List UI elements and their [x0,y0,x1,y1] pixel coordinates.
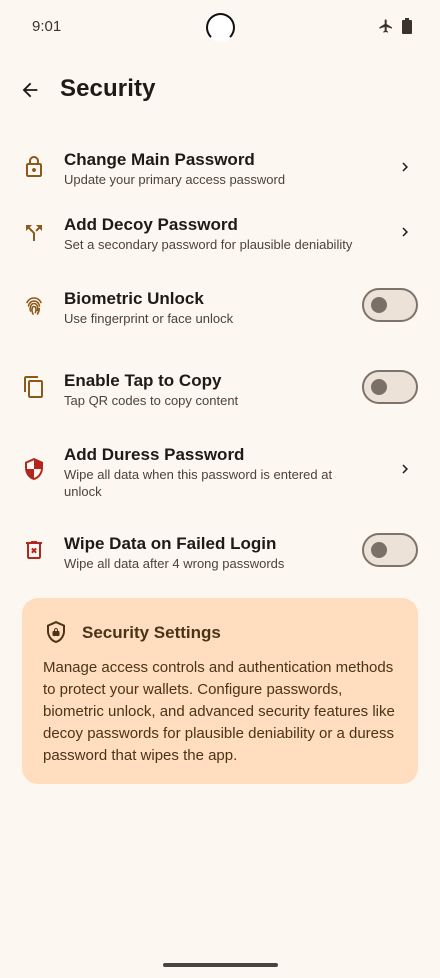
status-bar: 9:01 [0,0,440,54]
toggle-thumb [371,297,387,313]
toggle-thumb [371,379,387,395]
item-title: Biometric Unlock [64,289,204,308]
toggle-thumb [371,542,387,558]
item-subtitle: Wipe all data when this password is ente… [64,467,333,499]
airplane-mode-icon [379,19,392,33]
enable-tap-to-copy-item[interactable]: Enable Tap to Copy Tap QR codes to copy … [0,357,440,421]
item-subtitle: Tap QR codes to copy content [64,393,239,408]
change-main-password-item[interactable]: Change Main Password Update your primary… [0,140,440,200]
security-info-card: Security Settings Manage access controls… [22,598,418,784]
item-title: Add Duress Password [64,445,245,464]
add-duress-password-item[interactable]: Add Duress Password Wipe all data when t… [0,435,440,505]
back-button[interactable] [14,74,46,106]
copy-icon [22,375,46,399]
split-arrows-icon [22,221,46,245]
shield-icon [22,457,46,481]
item-subtitle: Use fingerprint or face unlock [64,311,234,326]
item-subtitle: Wipe all data after 4 wrong passwords [64,556,285,571]
item-title: Add Decoy Password [64,215,238,234]
status-icons [378,18,412,34]
item-title: Enable Tap to Copy [64,371,222,390]
wipe-data-toggle[interactable] [362,533,418,567]
add-decoy-password-item[interactable]: Add Decoy Password Set a secondary passw… [0,205,440,265]
tap-to-copy-toggle[interactable] [362,370,418,404]
arrow-back-icon [22,82,38,98]
item-subtitle: Set a secondary password for plausible d… [64,237,353,252]
info-card-title: Security Settings [82,623,221,642]
wipe-data-failed-login-item[interactable]: Wipe Data on Failed Login Wipe all data … [0,520,440,584]
shield-lock-icon [44,620,68,644]
biometric-unlock-item[interactable]: Biometric Unlock Use fingerprint or face… [0,275,440,339]
biometric-unlock-toggle[interactable] [362,288,418,322]
lock-icon [22,155,46,179]
gesture-navigation-bar[interactable] [163,963,278,967]
chevron-right-icon [396,460,414,478]
page-title: Security [60,75,156,102]
item-subtitle: Update your primary access password [64,172,286,187]
battery-icon [402,18,412,34]
item-title: Change Main Password [64,150,255,169]
status-time: 9:01 [32,18,62,35]
chevron-right-icon [396,223,414,241]
top-app-bar: Security [0,62,440,118]
fingerprint-icon [22,294,46,318]
delete-icon [22,538,46,562]
item-title: Wipe Data on Failed Login [64,534,277,553]
chevron-right-icon [396,158,414,176]
camera-cutout [206,13,235,42]
info-card-body: Manage access controls and authenticatio… [43,659,395,764]
